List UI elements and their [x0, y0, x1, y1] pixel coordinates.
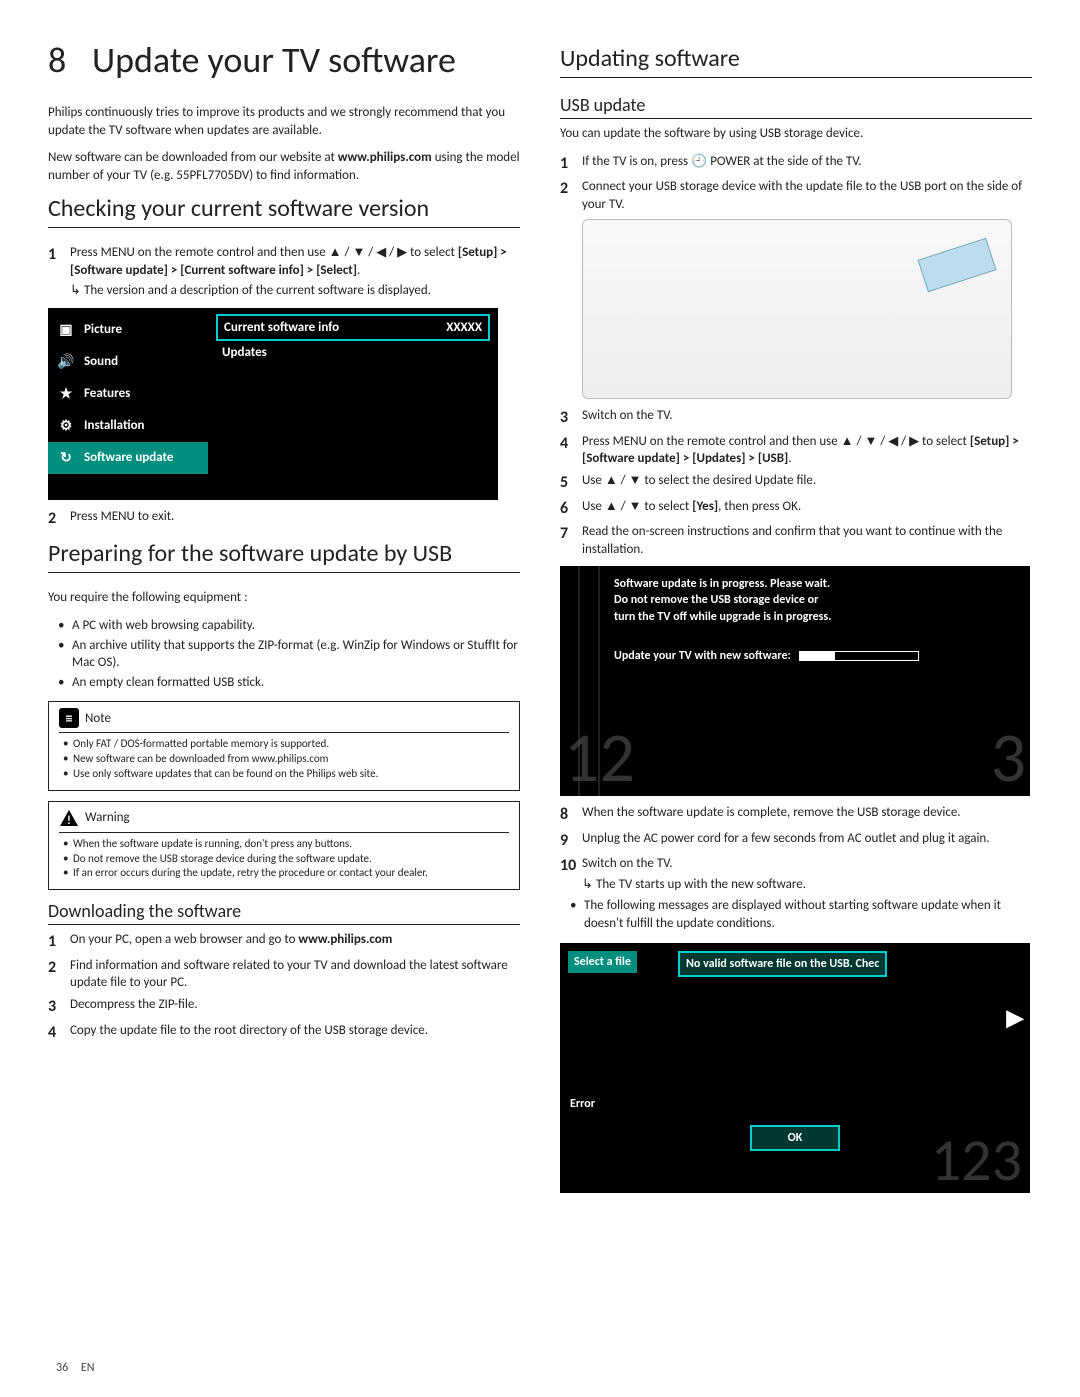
intro-paragraph-2: New software can be downloaded from our … — [48, 149, 520, 184]
downloading-step-1: 1On your PC, open a web browser and go t… — [48, 931, 520, 953]
usb-step-4: 4Press MENU on the remote control and th… — [560, 433, 1032, 468]
chapter-number: 8 — [48, 38, 92, 82]
checking-step-1-result: The version and a description of the cur… — [84, 282, 520, 300]
watermark-right: 123 — [931, 1124, 1022, 1197]
select-file-label: Select a file — [568, 951, 637, 973]
picture-icon: ▣ — [56, 320, 76, 340]
note-icon: ≡ — [59, 708, 79, 728]
progress-bar-track — [799, 651, 919, 661]
tv-menu-sidebar: ▣Picture 🔊Sound ★Features ⚙Installation … — [48, 308, 208, 500]
downloading-step-3: 3Decompress the ZIP-file. — [48, 996, 520, 1018]
tv-menu-row-current-info: Current software infoXXXXX — [216, 314, 490, 341]
equipment-item: A PC with web browsing capability. — [48, 617, 520, 635]
progress-bar-fill — [800, 652, 835, 660]
checking-step-2: 2 Press MENU to exit. — [48, 508, 520, 530]
gear-icon: ⚙ — [56, 416, 76, 436]
equipment-item: An archive utility that supports the ZIP… — [48, 637, 520, 672]
progress-bar-label: Update your TV with new software: — [614, 649, 791, 663]
usb-step-2: 2Connect your USB storage device with th… — [560, 178, 1032, 213]
tv-menu-detail: Current software infoXXXXX Updates — [208, 308, 498, 500]
tv-menu-item-picture: ▣Picture — [48, 314, 208, 346]
ok-button: OK — [750, 1125, 840, 1151]
heading-updating-software: Updating software — [560, 44, 1032, 78]
svg-text:!: ! — [67, 814, 71, 828]
usb-step-9: 9Unplug the AC power cord for a few seco… — [560, 830, 1032, 852]
error-message: No valid software file on the USB. Chec — [678, 951, 887, 977]
page-language: EN — [81, 1361, 95, 1375]
note-title: Note — [85, 711, 111, 726]
usb-step-6: 6Use ▲ / ▼ to select [Yes], then press O… — [560, 498, 1032, 520]
checking-step-1: 1 Press MENU on the remote control and t… — [48, 244, 520, 300]
play-arrow-icon: ▶ — [1000, 943, 1030, 1093]
usb-update-intro: You can update the software by using USB… — [560, 125, 1032, 143]
tv-menu-row-updates: Updates — [216, 341, 490, 364]
note-box: ≡ Note Only FAT / DOS-formatted portable … — [48, 701, 520, 791]
tv-menu-screenshot: ▣Picture 🔊Sound ★Features ⚙Installation … — [48, 308, 498, 500]
tv-menu-item-sound: 🔊Sound — [48, 346, 208, 378]
preparing-intro: You require the following equipment : — [48, 589, 520, 607]
sound-icon: 🔊 — [56, 352, 76, 372]
warning-title: Warning — [85, 810, 130, 825]
warning-item: When the software update is running, don… — [59, 837, 509, 852]
usb-step-5: 5Use ▲ / ▼ to select the desired Update … — [560, 472, 1032, 494]
downloading-step-2: 2Find information and software related t… — [48, 957, 520, 992]
usb-step-1: 1If the TV is on, press 🕘 POWER at the s… — [560, 153, 1032, 175]
software-version-value: XXXXX — [446, 320, 482, 335]
heading-downloading: Downloading the software — [48, 900, 520, 925]
tv-menu-item-software-update: ↻Software update — [48, 442, 208, 474]
chapter-title: Update your TV software — [92, 38, 456, 82]
error-label: Error — [560, 1093, 1030, 1115]
equipment-list: A PC with web browsing capability. An ar… — [48, 617, 520, 691]
heading-checking-version: Checking your current software version — [48, 194, 520, 228]
note-item: Only FAT / DOS-formatted portable memory… — [59, 737, 509, 752]
star-icon: ★ — [56, 384, 76, 404]
heading-usb-update: USB update — [560, 94, 1032, 119]
note-item: New software can be downloaded from www.… — [59, 752, 509, 767]
equipment-item: An empty clean formatted USB stick. — [48, 674, 520, 692]
progress-bar-row: Update your TV with new software: — [614, 649, 1016, 663]
update-progress-screenshot: Software update is in progress. Please w… — [560, 566, 1030, 796]
tv-menu-item-features: ★Features — [48, 378, 208, 410]
usb-step-3: 3Switch on the TV. — [560, 407, 1032, 429]
page-number: 36 — [56, 1361, 68, 1375]
usb-step-10: 10 Switch on the TV. The TV starts up wi… — [560, 855, 1032, 893]
tv-illustration — [582, 219, 1012, 399]
note-item: Use only software updates that can be fo… — [59, 767, 509, 782]
usb-step-10-result: The TV starts up with the new software. — [596, 876, 1032, 894]
warning-item: Do not remove the USB storage device dur… — [59, 852, 509, 867]
usb-step-8: 8When the software update is complete, r… — [560, 804, 1032, 826]
warning-item: If an error occurs during the update, re… — [59, 866, 509, 881]
downloading-step-4: 4Copy the update file to the root direct… — [48, 1022, 520, 1044]
error-screenshot: Select a file No valid software file on … — [560, 943, 1030, 1193]
usb-step-7: 7Read the on-screen instructions and con… — [560, 523, 1032, 558]
site-link-text: www.philips.com — [338, 150, 432, 165]
warning-icon: ! — [59, 808, 79, 828]
page-footer: 36 EN — [56, 1361, 95, 1375]
warning-box: ! Warning When the software update is ru… — [48, 801, 520, 891]
progress-message: Software update is in progress. Please w… — [614, 576, 1016, 625]
refresh-icon: ↻ — [56, 448, 76, 468]
intro-paragraph-1: Philips continuously tries to improve it… — [48, 104, 520, 139]
site-link-text: www.philips.com — [298, 932, 392, 947]
tail-note: The following messages are displayed wit… — [560, 897, 1032, 932]
tv-menu-item-installation: ⚙Installation — [48, 410, 208, 442]
heading-chapter: 8Update your TV software — [48, 38, 520, 82]
heading-preparing-usb: Preparing for the software update by USB — [48, 539, 520, 573]
